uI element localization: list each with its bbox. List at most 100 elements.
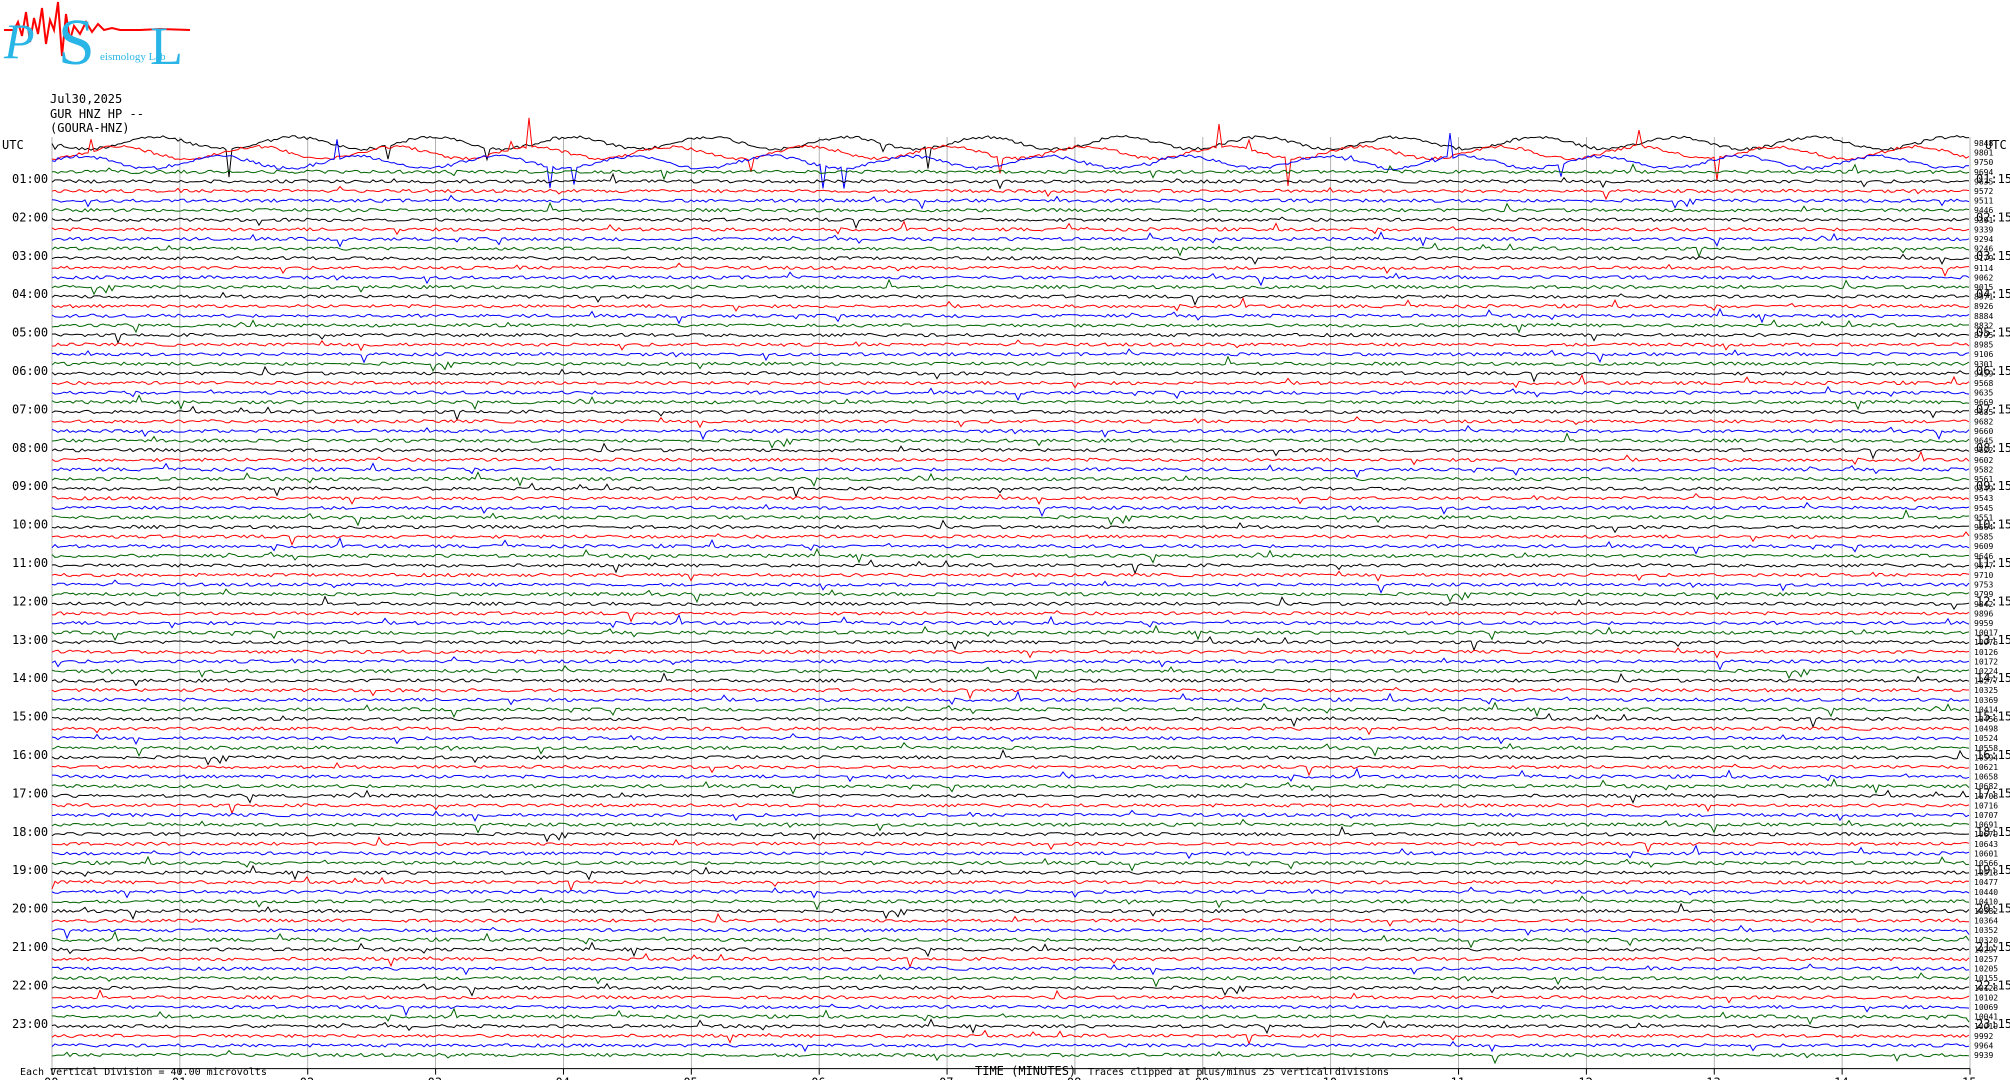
- row-count-label: 10257: [1974, 955, 1998, 964]
- row-count-label: 9677: [1974, 561, 1993, 570]
- row-count-label: 9959: [1974, 619, 1993, 628]
- header-station: (GOURA-HNZ): [50, 121, 129, 135]
- row-count-label: 10682: [1974, 782, 1998, 791]
- row-count-label: 10594: [1974, 753, 1998, 762]
- row-count-label: 9964: [1974, 1041, 1993, 1050]
- logo-letter-p: P: [3, 13, 35, 69]
- left-hour-label: 09:00: [12, 479, 48, 493]
- row-count-label: 10708: [1974, 792, 1998, 801]
- row-count-label: 10224: [1974, 667, 1998, 676]
- left-hour-label: 08:00: [12, 441, 48, 455]
- row-count-label: 8985: [1974, 341, 1993, 350]
- row-count-label: 9799: [1974, 590, 1993, 599]
- row-count-label: 9294: [1974, 235, 1993, 244]
- row-count-label: 9568: [1974, 379, 1993, 388]
- row-count-label: 10102: [1974, 993, 1998, 1002]
- row-count-label: 9896: [1974, 609, 1993, 618]
- row-count-label: 8926: [1974, 302, 1993, 311]
- row-count-label: 9106: [1974, 350, 1993, 359]
- row-count-label: 9511: [1974, 197, 1993, 206]
- row-count-label: 10621: [1974, 763, 1998, 772]
- x-tick-label: 02: [300, 1076, 314, 1080]
- row-count-label: 9585: [1974, 533, 1993, 542]
- row-count-label: 10410: [1974, 897, 1998, 906]
- left-hour-label: 16:00: [12, 748, 48, 762]
- row-count-label: 10440: [1974, 888, 1998, 897]
- row-count-label: 10518: [1974, 869, 1998, 878]
- row-count-label: 9710: [1974, 571, 1993, 580]
- left-hour-label: 23:00: [12, 1017, 48, 1031]
- logo-letter-s: S: [58, 6, 95, 79]
- row-count-label: 10017: [1974, 629, 1998, 638]
- row-count-label: 10364: [1974, 917, 1998, 926]
- left-hour-label: 13:00: [12, 633, 48, 647]
- row-count-label: 9062: [1974, 273, 1993, 282]
- row-count-label: 8795: [1974, 331, 1993, 340]
- left-hour-label: 14:00: [12, 671, 48, 685]
- row-count-label: 9635: [1974, 389, 1993, 398]
- row-count-label: 10566: [1974, 859, 1998, 868]
- seismogram-plot: P S L eismology Lab Jul30,2025 GUR HNZ H…: [0, 0, 2010, 1084]
- header-date: Jul30,2025: [50, 92, 122, 106]
- x-tick-label: 11: [1451, 1076, 1465, 1080]
- left-hour-label: 20:00: [12, 902, 48, 916]
- row-count-label: 9545: [1974, 504, 1993, 513]
- row-count-label: 8884: [1974, 312, 1993, 321]
- row-count-label: 9694: [1974, 168, 1993, 177]
- row-count-label: 10414: [1974, 705, 1998, 714]
- row-count-label: 10069: [1974, 1003, 1998, 1012]
- left-hour-label: 15:00: [12, 710, 48, 724]
- row-count-label: 10382: [1974, 907, 1998, 916]
- row-count-label: 10716: [1974, 801, 1998, 810]
- left-hour-label: 22:00: [12, 978, 48, 992]
- row-count-label: 9635: [1974, 177, 1993, 186]
- row-count-label: 10041: [1974, 1013, 1998, 1022]
- left-hour-label: 12:00: [12, 594, 48, 608]
- row-count-label: 10320: [1974, 936, 1998, 945]
- row-count-label: 10075: [1974, 638, 1998, 647]
- row-count-label: 9848: [1974, 139, 1993, 148]
- row-count-label: 9114: [1974, 264, 1993, 273]
- x-tick-label: 06: [811, 1076, 825, 1080]
- row-count-label: 10205: [1974, 965, 1998, 974]
- row-count-label: 10128: [1974, 984, 1998, 993]
- row-count-label: 9645: [1974, 437, 1993, 446]
- row-count-label: 9301: [1974, 360, 1993, 369]
- left-hour-label: 18:00: [12, 825, 48, 839]
- left-hour-label: 11:00: [12, 556, 48, 570]
- left-hour-label: 19:00: [12, 863, 48, 877]
- row-count-label: 9459: [1974, 369, 1993, 378]
- row-count-label: 9602: [1974, 456, 1993, 465]
- row-count-label: 10369: [1974, 696, 1998, 705]
- row-count-label: 9750: [1974, 158, 1993, 167]
- row-count-label: 8971: [1974, 293, 1993, 302]
- row-count-label: 9564: [1974, 523, 1993, 532]
- left-axis-label: UTC: [2, 138, 24, 152]
- row-count-label: 9015: [1974, 283, 1993, 292]
- row-count-label: 10707: [1974, 811, 1998, 820]
- row-count-label: 9551: [1974, 513, 1993, 522]
- row-count-label: 9622: [1974, 446, 1993, 455]
- row-count-label: 9660: [1974, 427, 1993, 436]
- logo-subtitle: eismology Lab: [100, 51, 166, 63]
- row-count-label: 9992: [1974, 1032, 1993, 1041]
- footer-clip-note: Traces clipped at plus/minus 25 vertical…: [1088, 1067, 1389, 1078]
- left-hour-labels: 01:00 02:00 03:00 04:00 05:00 06:00 07:00 08:00…: [12, 172, 48, 1031]
- row-count-label: 9669: [1974, 398, 1993, 407]
- row-count-label: 10658: [1974, 773, 1998, 782]
- row-count-label: 10498: [1974, 725, 1998, 734]
- row-count-label: 9543: [1974, 494, 1993, 503]
- row-count-label: 10019: [1974, 1022, 1998, 1031]
- row-count-label: 9609: [1974, 542, 1993, 551]
- x-tick-label: 07: [939, 1076, 953, 1080]
- logo-letter-l: L: [150, 16, 183, 76]
- row-count-label: 9753: [1974, 581, 1993, 590]
- row-count-label: 9801: [1974, 149, 1993, 158]
- row-count-label: 10126: [1974, 648, 1998, 657]
- row-count-label: 9572: [1974, 187, 1993, 196]
- row-count-label: 9391: [1974, 216, 1993, 225]
- x-tick-label: 12: [1578, 1076, 1592, 1080]
- row-count-label: 10352: [1974, 926, 1998, 935]
- x-tick-label: 15: [1962, 1076, 1976, 1080]
- footer-division-note: Each Vertical Division = 40.00 microvolt…: [20, 1067, 267, 1078]
